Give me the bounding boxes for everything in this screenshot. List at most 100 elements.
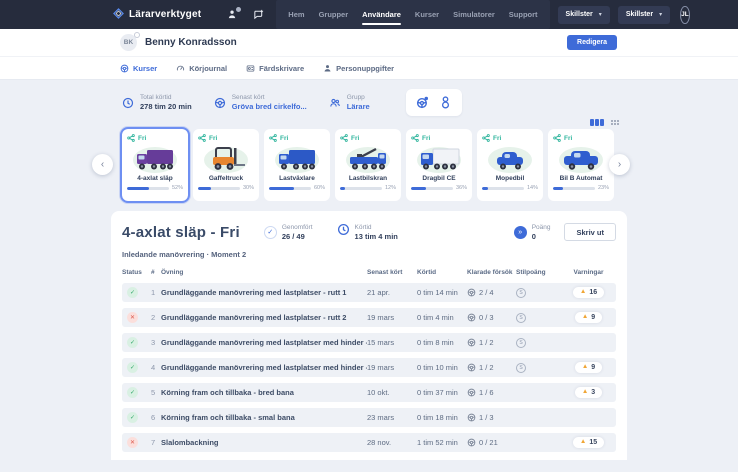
steering-wheel-icon (467, 288, 476, 297)
progress-percent: 12% (385, 185, 396, 191)
vehicle-card-mopedbil[interactable]: Fri Mopedbil 14% (477, 129, 543, 201)
profile-header: BK Benny Konradsson Redigera (0, 29, 738, 57)
vehicle-name: Gaffeltruck (198, 175, 254, 182)
vehicle-card-top: Fri (127, 134, 183, 142)
user-avatar[interactable]: JL (680, 6, 690, 24)
table-row[interactable]: ✕7Slalombackning28 nov.1 tim 52 min0 / 2… (122, 433, 616, 452)
carousel-prev-button[interactable]: ‹ (92, 154, 113, 175)
nav-item-anv-ndare[interactable]: Användare (362, 0, 401, 29)
tab-personuppgifter[interactable]: Personuppgifter (323, 64, 394, 73)
points-stat: » Poäng 0 (514, 224, 551, 241)
vehicle-name: Bil B Automat (553, 175, 609, 182)
style-points-icon: S (516, 288, 526, 298)
attempts-value: 2 / 4 (479, 288, 494, 297)
stat-value[interactable]: Gröva bred cirkelfo... (232, 102, 307, 111)
exercise-number: 1 (151, 288, 161, 297)
invite-user-icon[interactable] (227, 9, 238, 20)
steering-wheel-badge-icon (416, 96, 429, 109)
stat-label: Grupp (347, 94, 370, 101)
share-icon[interactable] (269, 134, 277, 142)
share-icon[interactable] (482, 134, 490, 142)
attempts-value: 0 / 21 (479, 438, 498, 447)
warning-count: 15 (589, 439, 597, 446)
warning-count: 16 (589, 289, 597, 296)
print-button[interactable]: Skriv ut (564, 223, 616, 241)
page-title: 4-axlat släp - Fri (122, 224, 240, 241)
drive-time-stat: Körtid 13 tim 4 min (337, 223, 398, 241)
warning-icon: ▲ (580, 289, 586, 296)
vehicle-card-lastv-xlare[interactable]: Fri Lastväxlare60% (264, 129, 330, 201)
exercise-number: 4 (151, 363, 161, 372)
carousel-next-button[interactable]: › (609, 154, 630, 175)
drive-time: 0 tim 18 min (417, 413, 467, 422)
progress-percent: 14% (527, 185, 538, 191)
vehicle-image (340, 143, 396, 174)
nav-item-hem[interactable]: Hem (288, 0, 304, 29)
attempts-cell: 0 / 21 (467, 438, 516, 447)
bar-view-icon[interactable] (590, 119, 604, 126)
nav-item-support[interactable]: Support (509, 0, 538, 29)
table-row[interactable]: ✕2Grundläggande manövrering med lastplat… (122, 308, 616, 327)
nav-item-kurser[interactable]: Kurser (415, 0, 439, 29)
col-header-vning: Övning (161, 269, 367, 276)
vehicle-card-dragbil-ce[interactable]: Fri Dragbil CE36% (406, 129, 472, 201)
share-icon[interactable] (198, 134, 206, 142)
grid-view-icon[interactable] (611, 120, 620, 126)
last-driven: 10 okt. (367, 388, 417, 397)
stat-value[interactable]: Lärare (347, 102, 370, 111)
tab-f-rdskrivare[interactable]: Färdskrivare (246, 64, 304, 73)
vehicle-name: Mopedbil (482, 175, 538, 182)
attempts-cell: 1 / 6 (467, 388, 516, 397)
table-row[interactable]: ✓3Grundläggande manövrering med lastplat… (122, 333, 616, 352)
vehicle-image (269, 143, 325, 174)
col-header-: # (151, 269, 161, 276)
clock-icon (122, 97, 134, 109)
tachograph-icon (246, 64, 255, 73)
tab-k-rjournal[interactable]: Körjournal (176, 64, 227, 73)
filter-label: Skillster (626, 11, 653, 18)
filter-dropdown-2[interactable]: Skillster▾ (618, 6, 670, 24)
vehicle-progress: 14% (482, 185, 538, 191)
group-icon (329, 97, 341, 109)
attempts-cell: 1 / 2 (467, 363, 516, 372)
table-row[interactable]: ✓4Grundläggande manövrering med lastplat… (122, 358, 616, 377)
share-icon[interactable] (411, 134, 419, 142)
person-icon (323, 64, 332, 73)
vehicle-image (127, 143, 183, 174)
avatar-badge (134, 32, 140, 38)
last-driven: 28 nov. (367, 438, 417, 447)
table-row[interactable]: ✓6Körning fram och tillbaka - smal bana2… (122, 408, 616, 427)
steering-wheel-icon (467, 413, 476, 422)
tab-label: Körjournal (189, 64, 227, 73)
table-row[interactable]: ✓5Körning fram och tillbaka - bred bana1… (122, 383, 616, 402)
completed-value: 26 / 49 (282, 232, 313, 241)
edit-button[interactable]: Redigera (567, 35, 617, 50)
vehicle-card-gaffeltruck[interactable]: Fri Gaffeltruck30% (193, 129, 259, 201)
new-message-icon[interactable] (253, 9, 264, 20)
progress-percent: 60% (314, 185, 325, 191)
share-icon[interactable] (553, 134, 561, 142)
progress-fill (198, 187, 211, 190)
last-driven: 21 apr. (367, 288, 417, 297)
vehicle-status: Fri (209, 135, 217, 142)
vehicle-card-bil-b-automat[interactable]: Fri Bil B Automat23% (548, 129, 614, 201)
vehicle-card-lastbilskran[interactable]: Fri Lastbilskran12% (335, 129, 401, 201)
brand[interactable]: Lärarverktyget (113, 6, 201, 24)
share-icon[interactable] (340, 134, 348, 142)
table-row[interactable]: ✓1Grundläggande manövrering med lastplat… (122, 283, 616, 302)
vehicle-card-4-axlat-sl-p[interactable]: Fri 4-axlat släp52% (122, 129, 188, 201)
nav-item-simulatorer[interactable]: Simulatorer (453, 0, 495, 29)
vehicle-status: Fri (564, 135, 572, 142)
attempts-cell: 2 / 4 (467, 288, 516, 297)
vehicle-progress: 60% (269, 185, 325, 191)
top-navbar: Lärarverktyget Hem Grupper Användare Kurser… (0, 0, 738, 29)
tab-kurser[interactable]: Kurser (120, 64, 157, 73)
vehicle-card-top: Fri (482, 134, 538, 142)
steering-wheel-icon (467, 438, 476, 447)
share-icon[interactable] (127, 134, 135, 142)
filter-dropdown-1[interactable]: Skillster▾ (558, 6, 610, 24)
steering-wheel-icon (120, 64, 129, 73)
nav-item-grupper[interactable]: Grupper (319, 0, 349, 29)
warning-pill: ▲15 (573, 437, 604, 448)
stats-row: Total körtid278 tim 20 minSenast körtGrö… (122, 89, 738, 116)
